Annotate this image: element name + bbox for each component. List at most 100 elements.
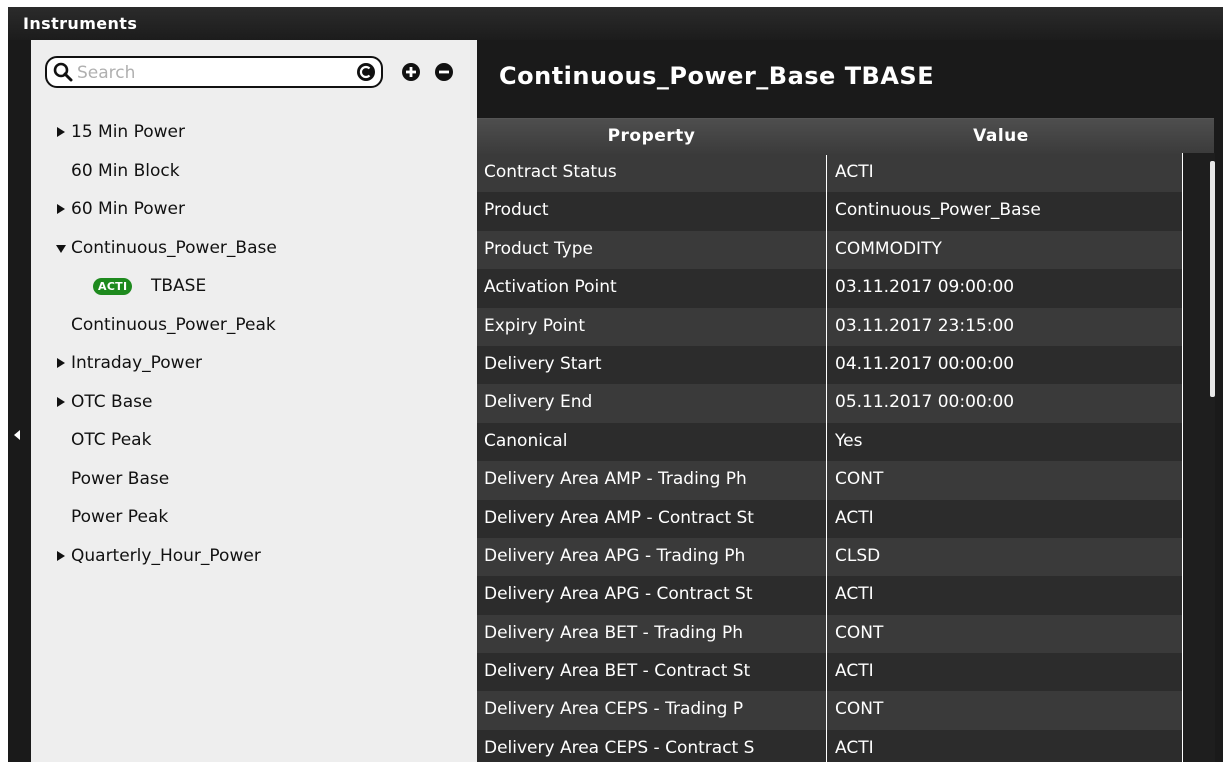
column-header-property[interactable]: Property <box>477 119 826 154</box>
tree-item[interactable]: Continuous_Power_Peak <box>31 306 477 345</box>
tree-item[interactable]: OTC Peak <box>31 421 477 460</box>
table-row[interactable]: Delivery Area BET - Contract St ACTI <box>477 653 1214 692</box>
table-row[interactable]: Delivery Area CEPS - Trading P CONT <box>477 691 1214 730</box>
expand-down-icon[interactable] <box>56 244 66 253</box>
instruments-window: Instruments 15 Min Power 60 Min Block 60 M… <box>8 7 1223 762</box>
table-row[interactable]: Delivery Area AMP - Trading Ph CONT <box>477 461 1214 500</box>
expand-right-icon[interactable] <box>57 358 65 368</box>
property-cell: Contract Status <box>484 162 617 182</box>
status-badge: ACTI <box>93 278 133 295</box>
remove-icon[interactable] <box>434 62 454 82</box>
tree-child-item[interactable]: ACTI TBASE <box>31 267 477 306</box>
expand-right-icon[interactable] <box>57 550 65 561</box>
property-cell: Delivery End <box>484 392 593 413</box>
table-row[interactable]: Expiry Point 03.11.2017 23:15:00 <box>477 307 1214 346</box>
table-row[interactable]: Delivery End 05.11.2017 00:00:00 <box>477 384 1214 423</box>
tree-item[interactable]: 60 Min Block <box>31 152 477 191</box>
tree-item-label: Power Peak <box>71 507 169 527</box>
tree-item-label: Continuous_Power_Peak <box>71 314 276 335</box>
table-body: Contract Status ACTI Product Continuous_Pow… <box>477 154 1214 762</box>
table-header: Property Value <box>477 118 1214 154</box>
tree-item-label: 60 Min Block <box>71 160 180 181</box>
detail-title: Continuous_Power_Base TBASE <box>499 62 935 90</box>
column-divider <box>826 155 827 762</box>
table-row[interactable]: Delivery Area CEPS - Contract S ACTI <box>477 729 1214 762</box>
tree-item-label: OTC Base <box>71 391 153 412</box>
table-row[interactable]: Contract Status ACTI <box>477 154 1214 193</box>
value-cell: ACTI <box>835 162 874 182</box>
tree-item[interactable]: Power Peak <box>31 498 477 537</box>
window-title: Instruments <box>8 7 1223 40</box>
value-cell: 03.11.2017 23:15:00 <box>835 315 1015 336</box>
value-cell: 03.11.2017 09:00:00 <box>835 277 1015 298</box>
tree-item-label: Continuous_Power_Base <box>71 237 277 258</box>
property-cell: Delivery Area BET - Trading Ph <box>484 622 744 643</box>
value-cell: 04.11.2017 00:00:00 <box>835 353 1015 374</box>
value-cell: ACTI <box>835 737 874 758</box>
search-input[interactable] <box>75 61 349 85</box>
property-cell: Activation Point <box>484 277 617 298</box>
value-cell: Yes <box>835 430 863 451</box>
value-cell: CONT <box>835 622 884 643</box>
value-cell: ACTI <box>835 584 874 605</box>
property-cell: Delivery Area AMP - Contract St <box>484 507 754 528</box>
property-cell: Delivery Area APG - Contract St <box>484 584 753 605</box>
table-row[interactable]: Canonical Yes <box>477 422 1214 462</box>
tree-item[interactable]: OTC Base <box>31 383 477 422</box>
tree-item-label: Power Base <box>71 468 170 489</box>
expand-right-icon[interactable] <box>57 204 65 214</box>
tree-item-label: Intraday_Power <box>71 353 203 373</box>
search-icon <box>53 62 73 82</box>
property-cell: Delivery Area BET - Contract St <box>484 661 751 682</box>
value-cell: ACTI <box>835 507 874 528</box>
property-cell: Delivery Area AMP - Trading Ph <box>484 469 747 490</box>
tree-item-label: OTC Peak <box>71 430 152 450</box>
column-header-value[interactable]: Value <box>826 119 1176 154</box>
tree-item-label: 15 Min Power <box>71 122 186 142</box>
property-cell: Product <box>484 200 549 221</box>
tree-item-label: Quarterly_Hour_Power <box>71 545 261 566</box>
value-cell: ACTI <box>835 661 874 682</box>
tree-item[interactable]: 15 Min Power <box>31 113 477 152</box>
table-row[interactable]: Delivery Area APG - Contract St ACTI <box>477 576 1214 615</box>
tree-item[interactable]: Power Base <box>31 460 477 499</box>
tree-item[interactable]: Continuous_Power_Base <box>31 229 477 268</box>
table-row[interactable]: Activation Point 03.11.2017 09:00:00 <box>477 269 1214 308</box>
property-cell: Delivery Area APG - Trading Ph <box>484 545 746 566</box>
add-icon[interactable] <box>401 62 421 82</box>
property-cell: Expiry Point <box>484 315 585 336</box>
vertical-scrollbar[interactable] <box>1182 153 1215 762</box>
expand-right-icon[interactable] <box>57 396 65 407</box>
detail-panel: Continuous_Power_Base TBASE Property Val… <box>477 40 1223 762</box>
value-cell: Continuous_Power_Base <box>835 200 1041 221</box>
property-cell: Product Type <box>484 238 593 259</box>
scrollbar-thumb[interactable] <box>1210 161 1215 397</box>
property-cell: Delivery Start <box>484 353 602 374</box>
table-row[interactable]: Delivery Area BET - Trading Ph CONT <box>477 614 1214 654</box>
collapse-left-icon <box>14 430 20 440</box>
collapse-panel-toggle[interactable] <box>8 40 31 762</box>
table-row[interactable]: Delivery Area APG - Trading Ph CLSD <box>477 537 1214 577</box>
search-box <box>45 56 383 88</box>
value-cell: CONT <box>835 469 884 490</box>
value-cell: CONT <box>835 699 884 720</box>
value-cell: COMMODITY <box>835 238 942 259</box>
tree-item[interactable]: Intraday_Power <box>31 344 477 383</box>
table-row[interactable]: Product Type COMMODITY <box>477 230 1214 270</box>
table-row[interactable]: Delivery Start 04.11.2017 00:00:00 <box>477 345 1214 385</box>
tree-item-label: TBASE <box>151 276 207 296</box>
property-cell: Delivery Area CEPS - Contract S <box>484 737 755 758</box>
instrument-tree-panel: 15 Min Power 60 Min Block 60 Min Power Cont… <box>31 40 477 762</box>
clear-search-icon[interactable] <box>356 62 376 82</box>
tree-item-label: 60 Min Power <box>71 199 186 219</box>
property-table: Property Value Contract Status ACTI Produc… <box>477 118 1214 762</box>
table-row[interactable]: Delivery Area AMP - Contract St ACTI <box>477 499 1214 538</box>
value-cell: 05.11.2017 00:00:00 <box>835 392 1015 413</box>
table-row[interactable]: Product Continuous_Power_Base <box>477 192 1214 231</box>
tree-item[interactable]: Quarterly_Hour_Power <box>31 537 477 576</box>
tree-item[interactable]: 60 Min Power <box>31 190 477 229</box>
expand-right-icon[interactable] <box>57 127 65 137</box>
instrument-tree: 15 Min Power 60 Min Block 60 Min Power Cont… <box>31 113 477 575</box>
property-cell: Delivery Area CEPS - Trading P <box>484 699 744 720</box>
property-cell: Canonical <box>484 430 568 451</box>
